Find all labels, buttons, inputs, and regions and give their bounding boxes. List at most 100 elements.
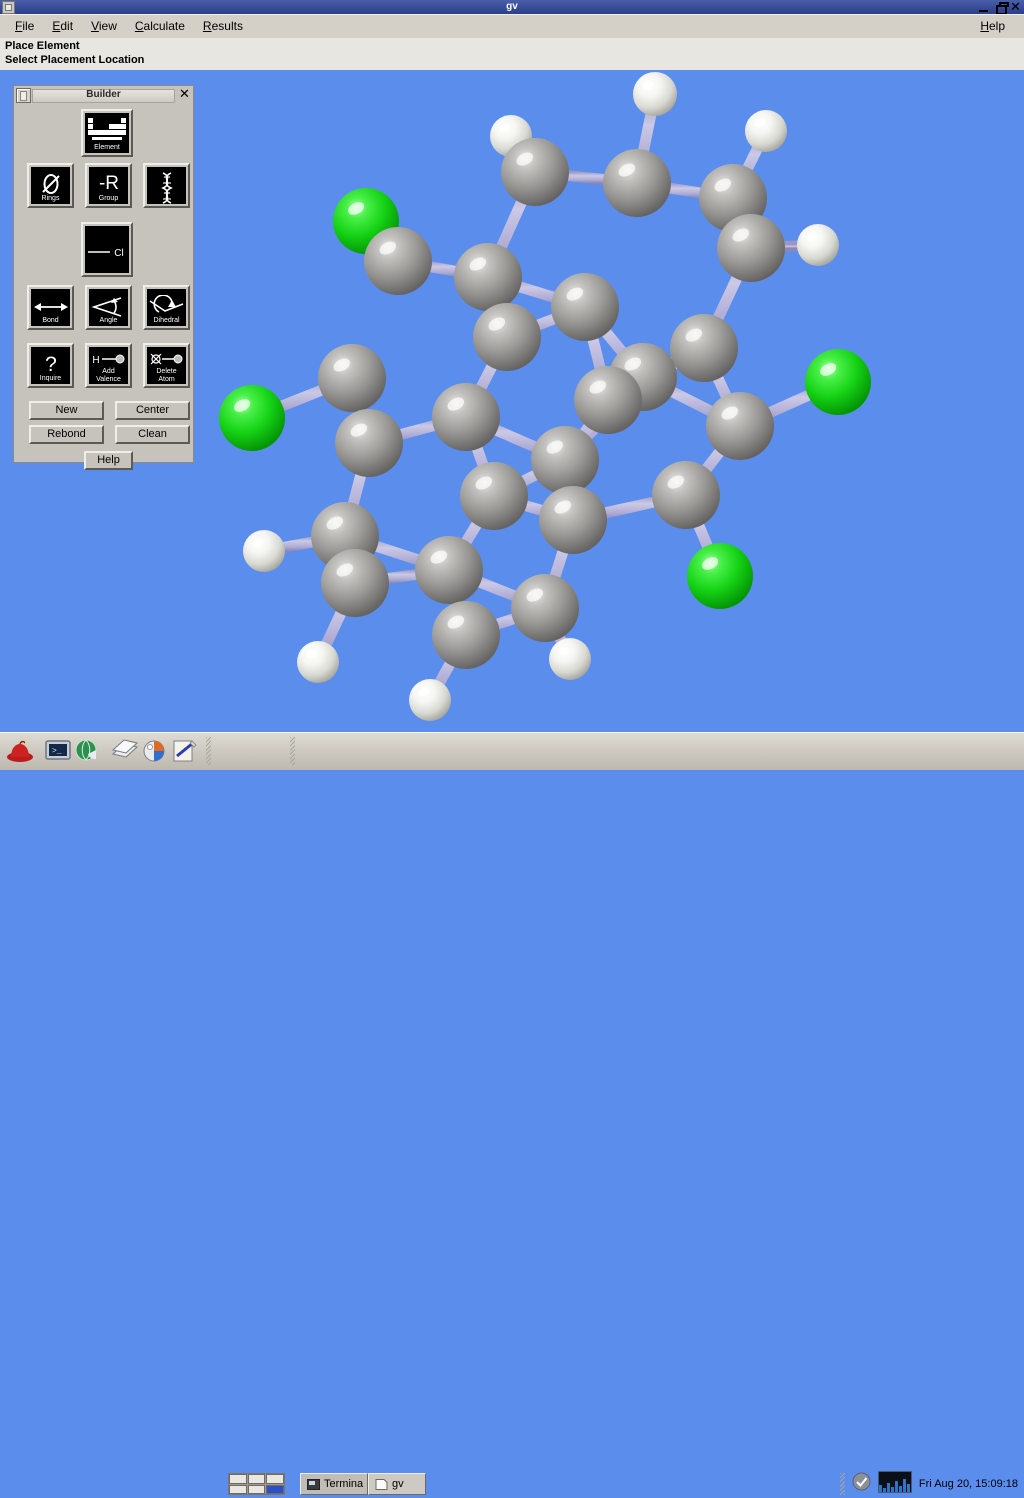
- menu-help-label: elp: [988, 19, 1005, 33]
- rebond-button[interactable]: Rebond: [29, 425, 104, 444]
- inquire-button[interactable]: ? Inquire: [27, 343, 74, 388]
- carbon-atom[interactable]: [717, 214, 785, 282]
- red-hat-menu-icon[interactable]: [6, 738, 34, 765]
- checkmark-icon[interactable]: [852, 1472, 871, 1496]
- menu-calculate[interactable]: Calculate: [126, 16, 194, 36]
- carbon-atom[interactable]: [670, 314, 738, 382]
- current-element-button[interactable]: Cl: [81, 222, 133, 277]
- menu-view[interactable]: View: [82, 16, 126, 36]
- terminal-window-icon: [307, 1478, 320, 1490]
- minimize-icon[interactable]: [978, 2, 989, 13]
- bond-to-cl-icon: Cl: [85, 226, 129, 273]
- add-valence-label-line1: Add: [102, 368, 115, 375]
- builder-close-icon[interactable]: ✕: [178, 88, 191, 101]
- paint-icon[interactable]: [140, 738, 168, 765]
- system-monitor-icon[interactable]: [877, 1470, 912, 1498]
- taskbar-window-terminal-label: Termina: [324, 1478, 364, 1490]
- carbon-atom[interactable]: [415, 536, 483, 604]
- current-element-symbol: Cl: [114, 248, 123, 259]
- builder-window-menu-icon[interactable]: [16, 88, 31, 103]
- carbon-atom[interactable]: [460, 462, 528, 530]
- builder-dialog: Builder ✕ Element Rings -R Group Cl Bond…: [11, 83, 196, 470]
- carbon-atom[interactable]: [473, 303, 541, 371]
- bond-button-label: Bond: [42, 317, 59, 324]
- chlorine-atom[interactable]: [219, 385, 285, 451]
- dihedral-button[interactable]: Dihedral: [143, 285, 190, 330]
- window-titlebar: gv ✕: [0, 0, 1024, 15]
- add-valence-label-line2: Valence: [96, 376, 121, 383]
- text-editor-icon[interactable]: [170, 738, 198, 765]
- carbon-atom[interactable]: [364, 227, 432, 295]
- group-button[interactable]: -R Group: [85, 163, 132, 208]
- bond-button[interactable]: Bond: [27, 285, 74, 330]
- carbon-atom[interactable]: [501, 138, 569, 206]
- rings-button-label: Rings: [41, 195, 60, 202]
- desktop-pager[interactable]: [228, 1473, 285, 1495]
- hydrogen-atom[interactable]: [633, 72, 677, 116]
- delete-atom-button-label: Delete Atom: [147, 368, 186, 384]
- rings-button[interactable]: Rings: [27, 163, 74, 208]
- desktop-4[interactable]: [229, 1484, 247, 1494]
- add-valence-button[interactable]: H Add Valence: [85, 343, 132, 388]
- builder-titlebar: Builder ✕: [16, 88, 191, 103]
- desktop-3[interactable]: [266, 1474, 284, 1484]
- carbon-atom[interactable]: [432, 383, 500, 451]
- carbon-atom[interactable]: [603, 149, 671, 217]
- dna-helix-icon: [147, 167, 186, 204]
- maximize-icon[interactable]: [994, 1, 1009, 15]
- angle-button[interactable]: Angle: [85, 285, 132, 330]
- svg-text:-R: -R: [98, 173, 118, 194]
- hydrogen-atom[interactable]: [243, 530, 285, 572]
- carbon-atom[interactable]: [318, 344, 386, 412]
- carbon-atom[interactable]: [321, 549, 389, 617]
- desktop-1[interactable]: [229, 1474, 247, 1484]
- web-browser-icon[interactable]: [72, 738, 100, 765]
- menu-file-label: ile: [22, 19, 35, 33]
- carbon-atom[interactable]: [652, 461, 720, 529]
- new-button[interactable]: New: [29, 401, 104, 420]
- carbon-atom[interactable]: [432, 601, 500, 669]
- desktop-5[interactable]: [247, 1484, 266, 1494]
- hydrogen-atom[interactable]: [745, 110, 787, 152]
- inquire-button-label: Inquire: [39, 375, 62, 382]
- menu-results[interactable]: Results: [194, 16, 252, 36]
- taskbar-separator-1: [206, 737, 211, 765]
- delete-atom-button[interactable]: Delete Atom: [143, 343, 190, 388]
- close-icon[interactable]: ✕: [1010, 1, 1021, 14]
- hydrogen-atom[interactable]: [409, 679, 451, 721]
- biopolymer-button[interactable]: [143, 163, 190, 208]
- terminal-icon[interactable]: >_: [44, 738, 72, 765]
- window-list: Termina gv: [300, 1473, 426, 1495]
- hydrogen-atom[interactable]: [549, 638, 591, 680]
- menu-help[interactable]: Help: [971, 16, 1014, 36]
- carbon-atom[interactable]: [574, 366, 642, 434]
- element-button[interactable]: Element: [81, 109, 133, 157]
- menubar: File Edit View Calculate Results Help: [0, 14, 1024, 39]
- desktop-2[interactable]: [247, 1474, 266, 1484]
- delete-atom-label-line2: Atom: [158, 376, 175, 383]
- chlorine-atom[interactable]: [687, 543, 753, 609]
- group-button-label: Group: [98, 195, 119, 202]
- carbon-atom[interactable]: [511, 574, 579, 642]
- chlorine-atom[interactable]: [805, 349, 871, 415]
- help-button[interactable]: Help: [84, 451, 133, 470]
- menu-edit[interactable]: Edit: [43, 16, 82, 36]
- carbon-atom[interactable]: [531, 426, 599, 494]
- hydrogen-atom[interactable]: [297, 641, 339, 683]
- desktop-6[interactable]: [266, 1484, 284, 1494]
- carbon-atom[interactable]: [706, 392, 774, 460]
- carbon-atom[interactable]: [454, 243, 522, 311]
- dihedral-button-label: Dihedral: [153, 317, 180, 324]
- svg-text:?: ?: [45, 353, 57, 376]
- status-line-2: Select Placement Location: [5, 54, 145, 66]
- clean-button[interactable]: Clean: [115, 425, 190, 444]
- hydrogen-atom[interactable]: [797, 224, 839, 266]
- documents-icon[interactable]: [110, 738, 139, 765]
- carbon-atom[interactable]: [551, 273, 619, 341]
- menu-file[interactable]: File: [6, 16, 43, 36]
- taskbar-window-terminal[interactable]: Termina: [300, 1473, 368, 1495]
- center-button[interactable]: Center: [115, 401, 190, 420]
- carbon-atom[interactable]: [335, 409, 403, 477]
- taskbar-window-gv[interactable]: gv: [368, 1473, 426, 1495]
- carbon-atom[interactable]: [539, 486, 607, 554]
